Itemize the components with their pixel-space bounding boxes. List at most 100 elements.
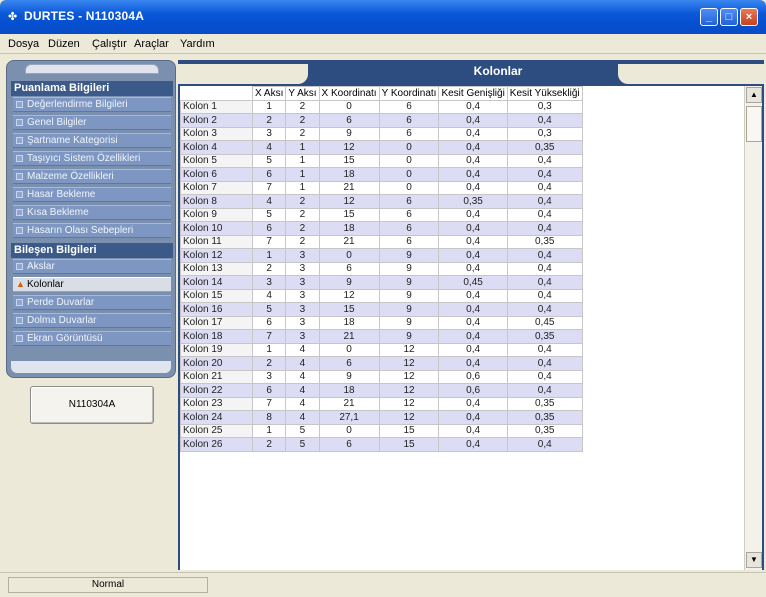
row-header-cell[interactable]: Kolon 2	[180, 113, 253, 128]
table-cell[interactable]: 5	[251, 153, 287, 168]
table-cell[interactable]: 0,4	[438, 423, 508, 438]
table-cell[interactable]: 0,4	[506, 167, 583, 182]
sidebar-item-hasar[interactable]: Hasar Bekleme	[13, 187, 171, 202]
table-cell[interactable]: 0,4	[506, 180, 583, 195]
table-cell[interactable]: 3	[285, 261, 320, 276]
table-cell[interactable]: 12	[318, 194, 380, 209]
table-cell[interactable]: 18	[318, 383, 380, 398]
table-cell[interactable]: 0,4	[506, 153, 583, 168]
row-header-cell[interactable]: Kolon 21	[180, 369, 253, 384]
table-row[interactable]: Kolon 21 3 4 9 12 0,6 0,4	[180, 369, 693, 384]
sidebar-item-kolonlar[interactable]: ▲ Kolonlar	[13, 277, 171, 292]
table-row[interactable]: Kolon 23 7 4 21 12 0,4 0,35	[180, 396, 693, 411]
sidebar-item-ekran[interactable]: Ekran Görüntüsü	[13, 331, 171, 346]
table-cell[interactable]: 0,4	[506, 261, 583, 276]
col-header-y-aks[interactable]: Y Aksı	[285, 86, 320, 101]
table-cell[interactable]: 6	[251, 221, 287, 236]
table-cell[interactable]: 0,4	[438, 356, 508, 371]
table-cell[interactable]: 0,4	[506, 356, 583, 371]
row-header-cell[interactable]: Kolon 4	[180, 140, 253, 155]
table-cell[interactable]: 2	[285, 221, 320, 236]
sidebar-item-perde[interactable]: Perde Duvarlar	[13, 295, 171, 310]
table-cell[interactable]: 9	[378, 261, 440, 276]
table-cell[interactable]: 0,35	[506, 410, 583, 425]
table-cell[interactable]: 1	[251, 248, 287, 263]
row-header-cell[interactable]: Kolon 17	[180, 315, 253, 330]
table-cell[interactable]: 0,4	[438, 302, 508, 317]
table-cell[interactable]: 0,4	[506, 342, 583, 357]
table-cell[interactable]: 7	[251, 180, 287, 195]
table-cell[interactable]: 0,4	[438, 126, 508, 141]
table-cell[interactable]: 0,4	[438, 207, 508, 222]
table-cell[interactable]: 6	[378, 234, 440, 249]
row-header-cell[interactable]: Kolon 14	[180, 275, 253, 290]
table-cell[interactable]: 6	[251, 383, 287, 398]
table-cell[interactable]: 12	[378, 356, 440, 371]
table-cell[interactable]: 12	[318, 288, 380, 303]
table-cell[interactable]: 2	[251, 261, 287, 276]
table-cell[interactable]: 0,4	[438, 153, 508, 168]
table-cell[interactable]: 0,4	[438, 248, 508, 263]
table-row[interactable]: Kolon 19 1 4 0 12 0,4 0,4	[180, 342, 693, 357]
table-cell[interactable]: 0,4	[438, 113, 508, 128]
table-row[interactable]: Kolon 13 2 3 6 9 0,4 0,4	[180, 261, 693, 276]
table-cell[interactable]: 2	[251, 113, 287, 128]
table-row[interactable]: Kolon 11 7 2 21 6 0,4 0,35	[180, 234, 693, 249]
sidebar-item-genel[interactable]: Genel Bilgiler	[13, 115, 171, 130]
table-cell[interactable]: 0,35	[506, 329, 583, 344]
close-button[interactable]: ×	[740, 8, 758, 26]
table-cell[interactable]: 0,4	[438, 180, 508, 195]
table-cell[interactable]: 0,4	[438, 288, 508, 303]
table-cell[interactable]: 0,35	[506, 140, 583, 155]
table-cell[interactable]: 0,3	[506, 99, 583, 114]
row-header-cell[interactable]: Kolon 16	[180, 302, 253, 317]
sidebar-item-akslar[interactable]: Akslar	[13, 259, 171, 274]
table-cell[interactable]: 3	[285, 275, 320, 290]
table-cell[interactable]: 0,4	[506, 302, 583, 317]
menu-file[interactable]: Dosya	[8, 38, 39, 50]
minimize-button[interactable]: _	[700, 8, 718, 26]
row-header-cell[interactable]: Kolon 11	[180, 234, 253, 249]
row-header-cell[interactable]: Kolon 13	[180, 261, 253, 276]
table-cell[interactable]: 27,1	[318, 410, 380, 425]
table-cell[interactable]: 6	[378, 207, 440, 222]
table-row[interactable]: Kolon 2 2 2 6 6 0,4 0,4	[180, 113, 693, 128]
table-cell[interactable]: 4	[285, 396, 320, 411]
table-cell[interactable]: 2	[285, 99, 320, 114]
table-cell[interactable]: 6	[378, 99, 440, 114]
row-header-cell[interactable]: Kolon 12	[180, 248, 253, 263]
table-row[interactable]: Kolon 22 6 4 18 12 0,6 0,4	[180, 383, 693, 398]
table-row[interactable]: Kolon 5 5 1 15 0 0,4 0,4	[180, 153, 693, 168]
table-cell[interactable]: 18	[318, 221, 380, 236]
table-cell[interactable]: 0,4	[438, 396, 508, 411]
table-cell[interactable]: 3	[251, 275, 287, 290]
table-cell[interactable]: 1	[251, 342, 287, 357]
table-cell[interactable]: 9	[378, 275, 440, 290]
maximize-button[interactable]: □	[720, 8, 738, 26]
sidebar-item-hasar-sebep[interactable]: Hasarın Olası Sebepleri	[13, 223, 171, 238]
col-header-y-koord[interactable]: Y Koordinatı	[378, 86, 440, 101]
row-header-cell[interactable]: Kolon 26	[180, 437, 253, 452]
columns-grid[interactable]: X Aksı Y Aksı X Koordinatı Y Koordinatı …	[180, 86, 744, 570]
project-button[interactable]: N110304A	[30, 386, 154, 424]
table-cell[interactable]: 0,4	[438, 410, 508, 425]
table-cell[interactable]: 6	[318, 356, 380, 371]
table-cell[interactable]: 0	[318, 248, 380, 263]
table-cell[interactable]: 0,6	[438, 369, 508, 384]
row-header-cell[interactable]: Kolon 10	[180, 221, 253, 236]
table-cell[interactable]: 6	[378, 221, 440, 236]
table-cell[interactable]: 2	[285, 194, 320, 209]
table-cell[interactable]: 1	[251, 423, 287, 438]
table-row[interactable]: Kolon 8 4 2 12 6 0,35 0,4	[180, 194, 693, 209]
vertical-scrollbar[interactable]: ▲ ▼	[744, 86, 762, 570]
table-cell[interactable]: 9	[378, 302, 440, 317]
table-row[interactable]: Kolon 20 2 4 6 12 0,4 0,4	[180, 356, 693, 371]
table-cell[interactable]: 12	[378, 396, 440, 411]
table-cell[interactable]: 3	[285, 302, 320, 317]
table-cell[interactable]: 9	[378, 329, 440, 344]
sidebar-item-dolma[interactable]: Dolma Duvarlar	[13, 313, 171, 328]
table-cell[interactable]: 21	[318, 329, 380, 344]
table-cell[interactable]: 21	[318, 180, 380, 195]
row-header-cell[interactable]: Kolon 15	[180, 288, 253, 303]
table-cell[interactable]: 15	[318, 302, 380, 317]
